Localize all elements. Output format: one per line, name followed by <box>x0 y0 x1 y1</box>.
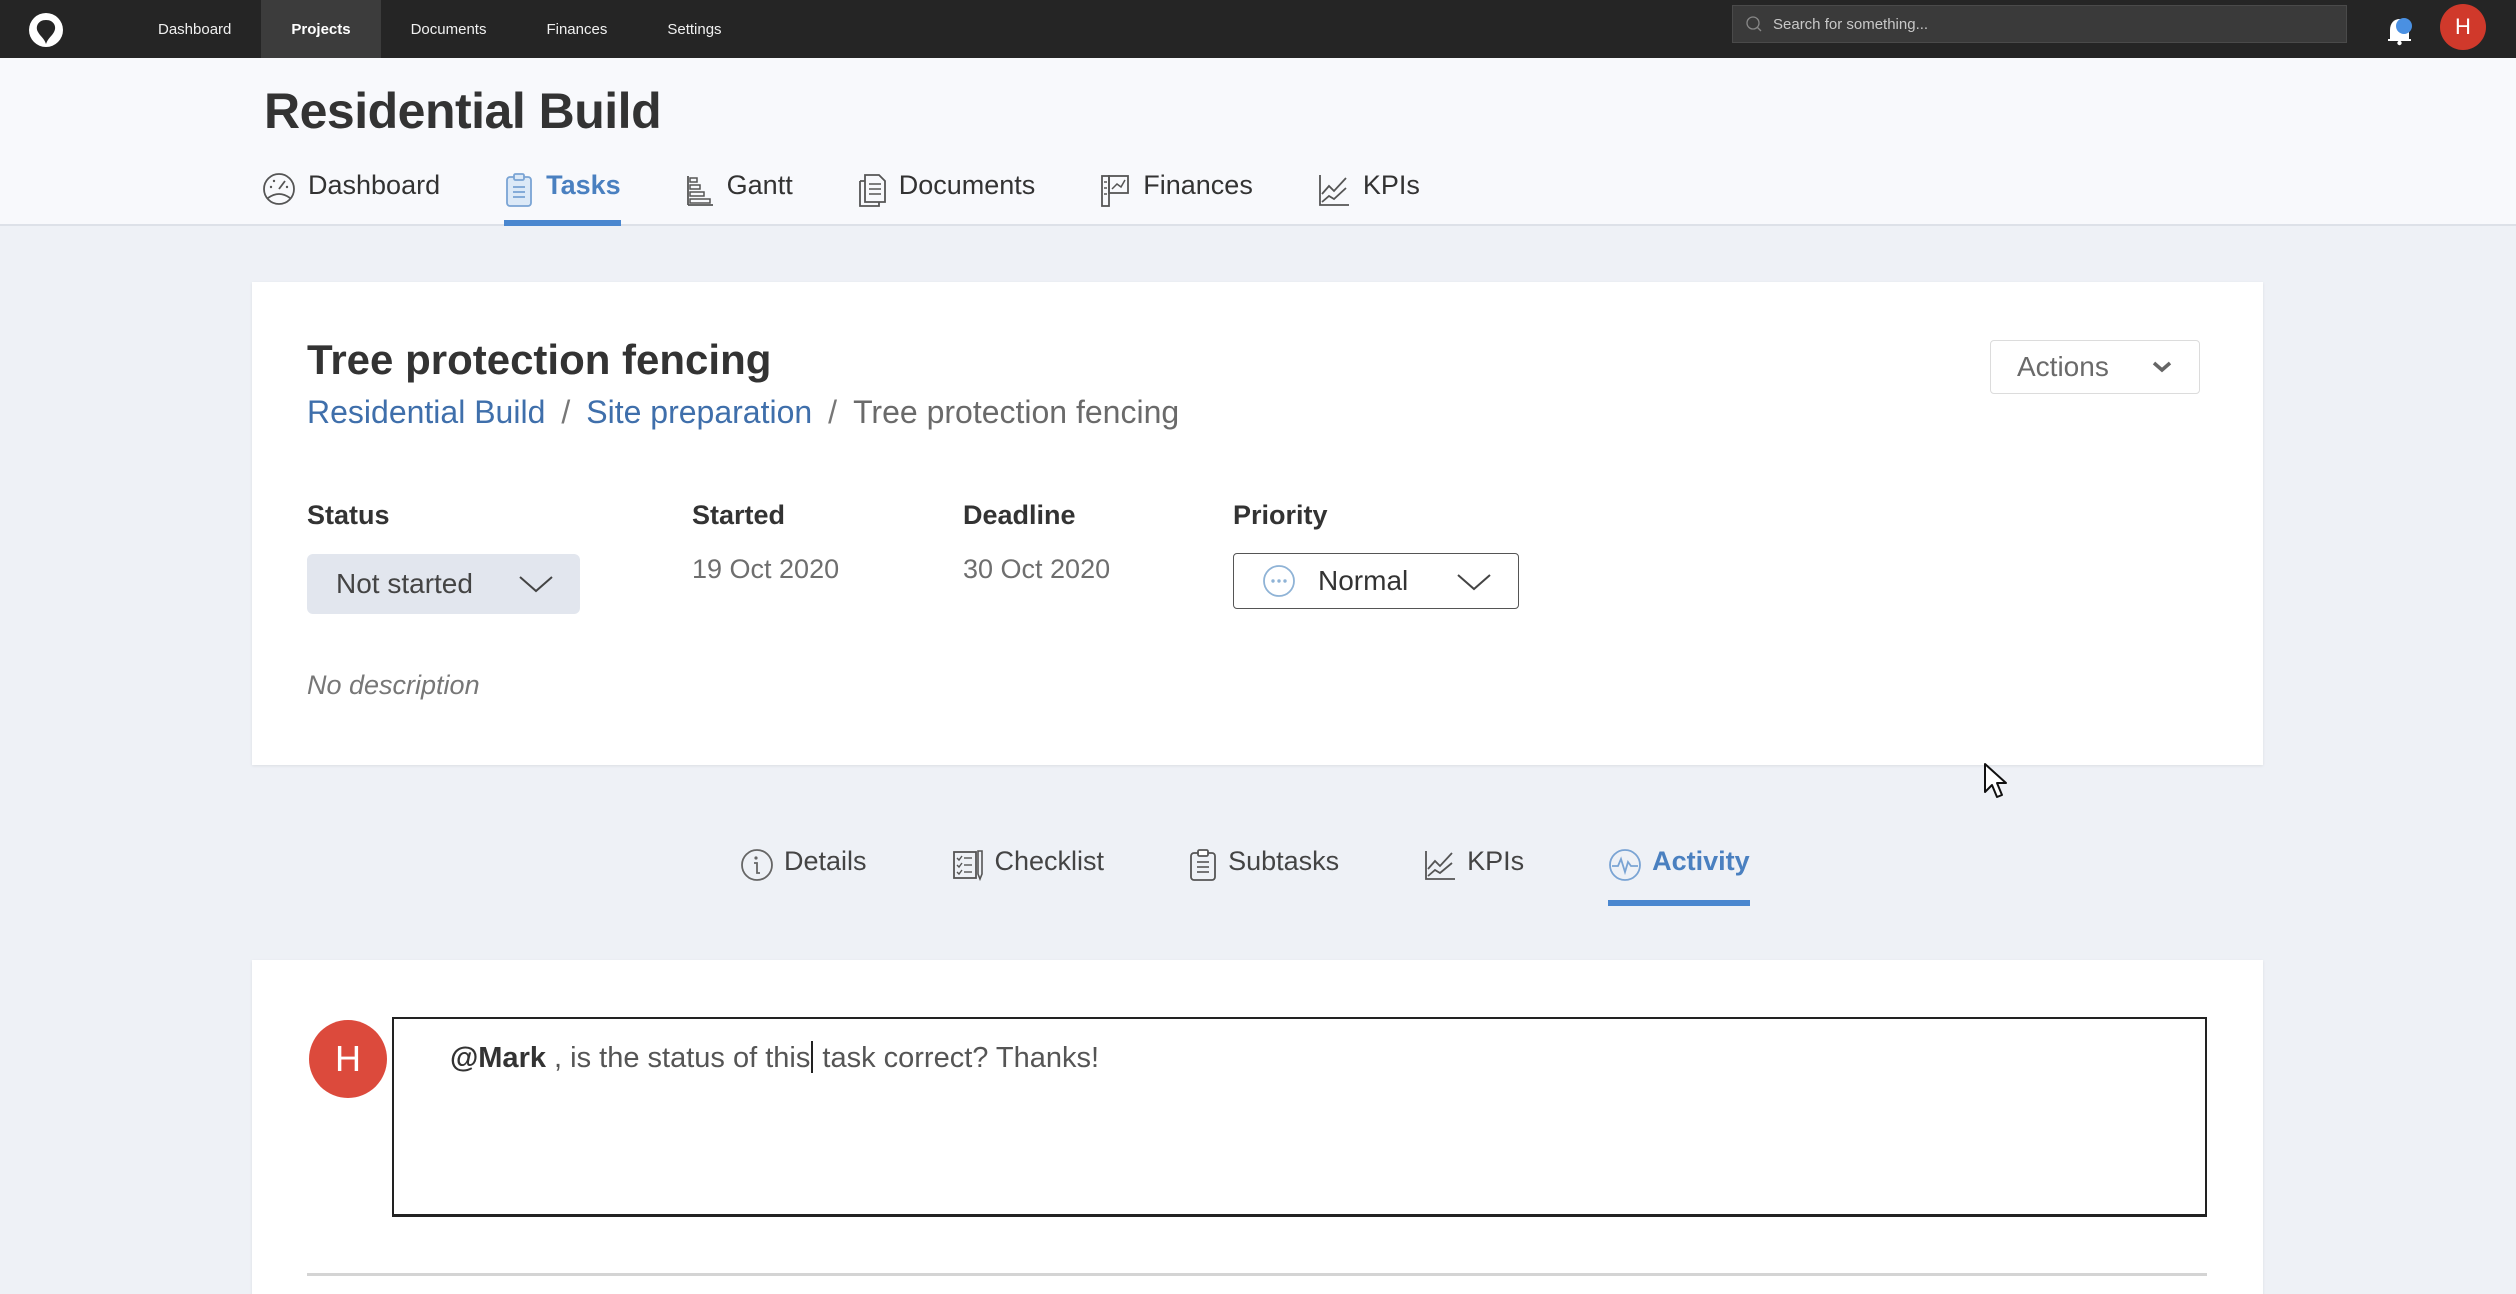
tab-label: Checklist <box>994 846 1105 876</box>
breadcrumb-phase[interactable]: Site preparation <box>586 394 812 431</box>
divider <box>307 1273 2207 1276</box>
chart-line-icon <box>1318 175 1349 206</box>
comment-text-after: task correct? Thanks! <box>814 1042 1100 1074</box>
nav-dashboard[interactable]: Dashboard <box>128 0 261 58</box>
comment-input[interactable]: @Mark , is the status of this task corre… <box>392 1017 2207 1217</box>
activity-icon <box>1609 849 1642 881</box>
chart-line-icon <box>1425 851 1456 880</box>
chevron-down-icon <box>1457 574 1491 591</box>
tab-tasks[interactable]: Tasks <box>504 170 621 226</box>
gauge-icon <box>263 173 295 205</box>
started-label: Started <box>692 500 786 530</box>
tab-label: Dashboard <box>308 170 441 200</box>
task-description[interactable]: No description <box>307 670 480 701</box>
tab-details[interactable]: Details <box>740 846 867 906</box>
activity-card: H @Mark , is the status of this task cor… <box>252 960 2263 1294</box>
tab-label: Documents <box>898 170 1036 200</box>
nav-documents[interactable]: Documents <box>381 0 517 58</box>
bell-icon[interactable] <box>2382 12 2418 48</box>
priority-dropdown[interactable]: Normal <box>1233 553 1519 609</box>
search-bar[interactable] <box>1732 5 2347 43</box>
tab-dashboard[interactable]: Dashboard <box>262 170 440 226</box>
search-icon <box>1746 16 1762 32</box>
document-icon <box>858 174 886 207</box>
status-label: Status <box>307 500 390 530</box>
breadcrumb-separator: / <box>561 394 571 430</box>
finances-icon <box>1101 175 1130 207</box>
user-avatar[interactable]: H <box>2440 4 2486 50</box>
tab-label: Subtasks <box>1228 846 1340 876</box>
tab-label: Details <box>784 846 867 876</box>
breadcrumb-current: Tree protection fencing <box>853 394 1180 430</box>
tab-label: Gantt <box>726 170 793 200</box>
chevron-down-icon <box>519 576 553 593</box>
status-dropdown[interactable]: Not started <box>307 554 580 614</box>
deadline-label: Deadline <box>963 500 1076 530</box>
tab-subtasks[interactable]: Subtasks <box>1188 846 1339 906</box>
tab-label: Tasks <box>546 170 621 200</box>
tab-documents[interactable]: Documents <box>857 170 1036 226</box>
nav-finances[interactable]: Finances <box>516 0 637 58</box>
comment-avatar: H <box>309 1020 387 1098</box>
mention-tag[interactable]: @Mark <box>450 1042 546 1074</box>
project-title: Residential Build <box>264 83 662 139</box>
top-navigation-bar: Dashboard Projects Documents Finances Se… <box>0 0 2516 58</box>
tab-gantt[interactable]: Gantt <box>685 170 793 226</box>
gantt-icon <box>686 176 713 206</box>
mouse-cursor-icon <box>1984 763 2007 798</box>
tab-kpis[interactable]: KPIs <box>1423 846 1524 906</box>
breadcrumb: Residential Build / Site preparation / T… <box>307 394 1179 431</box>
priority-label: Priority <box>1233 500 1328 530</box>
project-tabs: Dashboard Tasks Gantt Documents Finances… <box>262 170 1484 226</box>
priority-normal-icon <box>1263 565 1295 597</box>
tab-label: KPIs <box>1467 846 1525 876</box>
tab-label: Finances <box>1143 170 1253 200</box>
tab-activity[interactable]: Activity <box>1608 846 1750 906</box>
breadcrumb-separator: / <box>828 394 838 430</box>
main-nav: Dashboard Projects Documents Finances Se… <box>128 0 752 58</box>
info-icon <box>741 849 773 881</box>
task-tabs: Details Checklist Subtasks KPIs Activity <box>740 846 1750 906</box>
tab-checklist[interactable]: Checklist <box>951 846 1105 906</box>
actions-dropdown[interactable]: Actions <box>1990 340 2200 394</box>
tab-kpis[interactable]: KPIs <box>1317 170 1420 226</box>
priority-value: Normal <box>1318 565 1409 596</box>
started-value: 19 Oct 2020 <box>692 554 840 584</box>
clipboard-icon <box>506 173 532 207</box>
task-card: Tree protection fencing Residential Buil… <box>252 282 2263 765</box>
nav-projects[interactable]: Projects <box>261 0 381 58</box>
chevron-down-icon <box>2152 361 2172 373</box>
deadline-value: 30 Oct 2020 <box>963 554 1111 584</box>
tab-label: KPIs <box>1362 170 1420 200</box>
task-title: Tree protection fencing <box>307 336 772 383</box>
clipboard-icon <box>1190 849 1216 881</box>
project-header: Residential Build Dashboard Tasks Gantt … <box>0 58 2516 226</box>
nav-settings[interactable]: Settings <box>637 0 751 58</box>
tab-finances[interactable]: Finances <box>1099 170 1253 226</box>
comment-text: @Mark , is the status of this task corre… <box>450 1041 1099 1075</box>
actions-label: Actions <box>2017 351 2109 382</box>
breadcrumb-project[interactable]: Residential Build <box>307 394 545 431</box>
tab-label: Activity <box>1652 846 1750 876</box>
search-input[interactable] <box>1773 15 2313 33</box>
comment-text-before: , is the status of this <box>545 1042 811 1074</box>
status-value: Not started <box>336 568 473 599</box>
checklist-icon <box>952 850 983 882</box>
app-logo-icon[interactable] <box>26 11 66 51</box>
